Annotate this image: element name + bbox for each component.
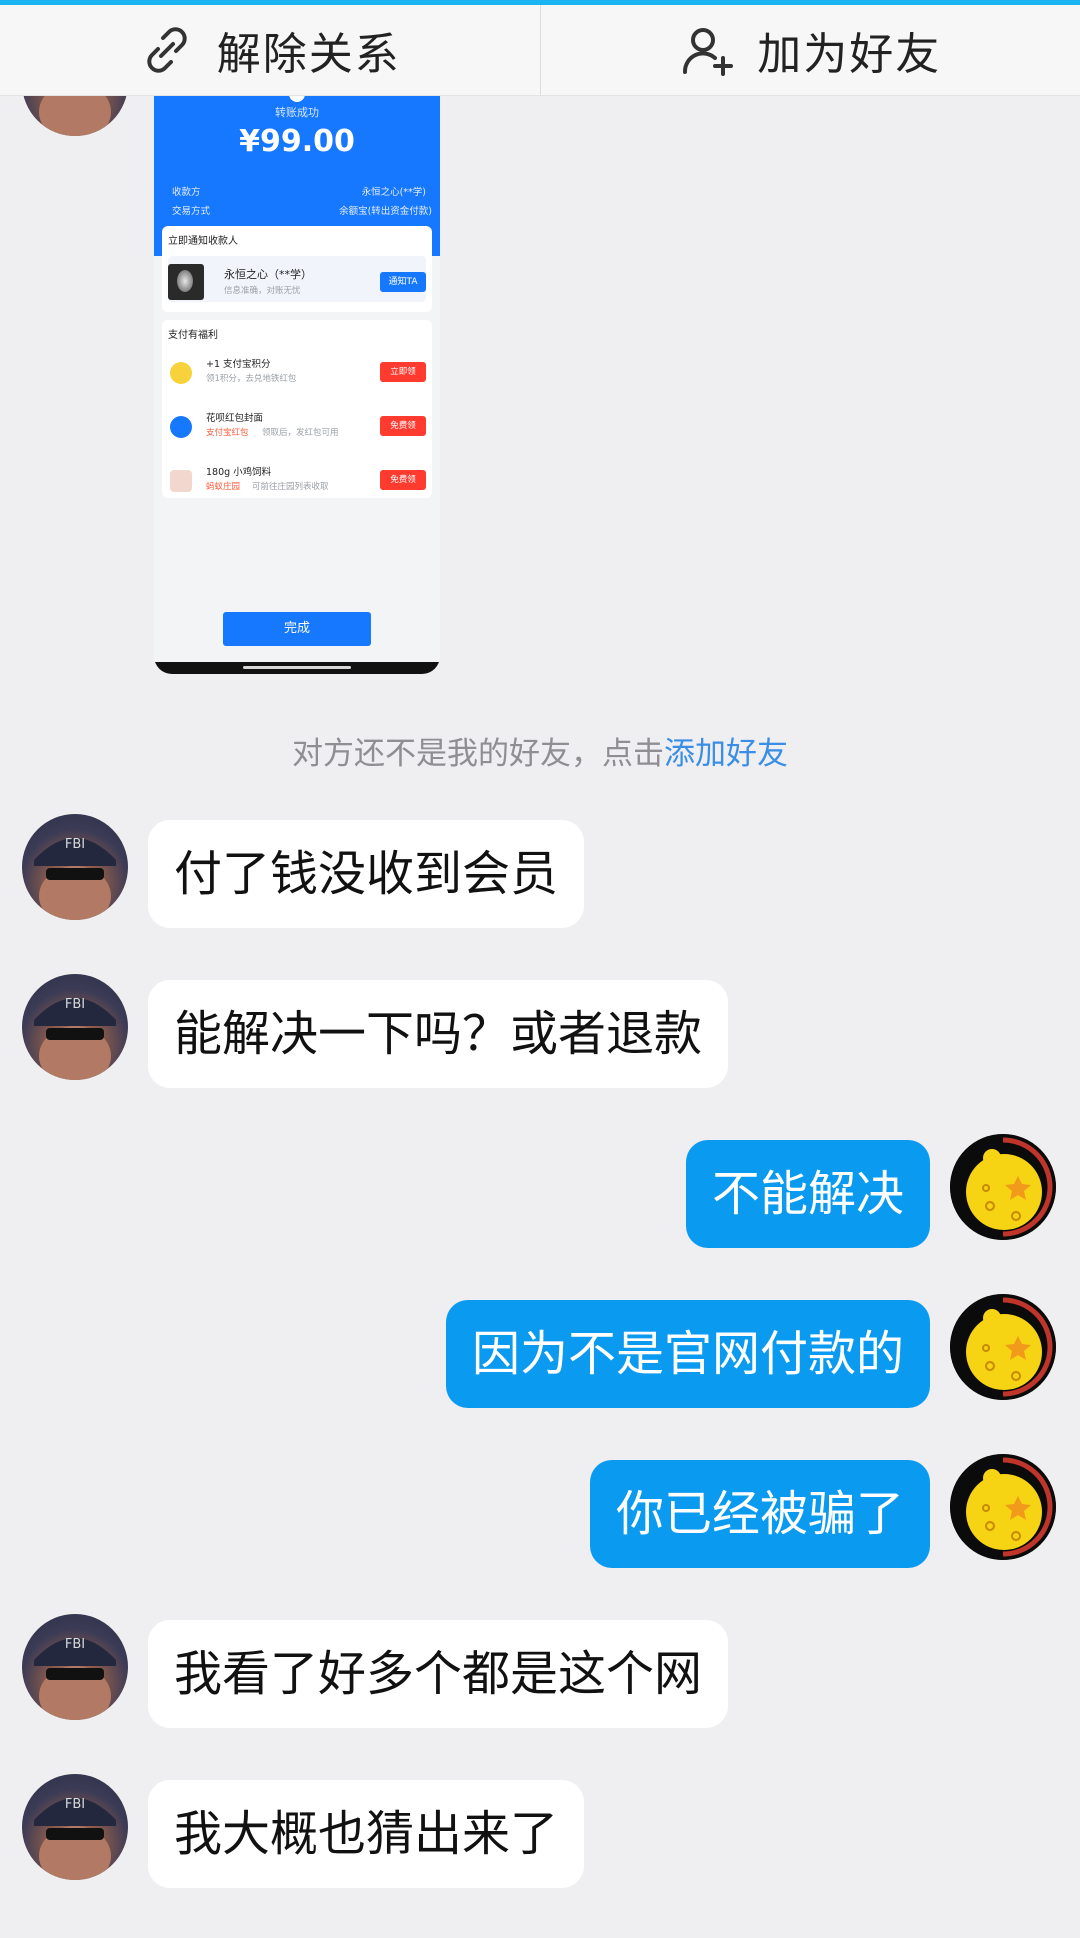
notify-name: 永恒之心（**学） [224,268,312,281]
message-bubble-outgoing[interactable]: 不能解决 [685,1140,930,1248]
add-user-icon [679,22,735,78]
top-accent-line [0,0,1080,5]
peer-avatar-image: FBI [34,997,116,1080]
message-bubble-incoming[interactable]: 我看了好多个都是这个网 [148,1620,729,1728]
transfer-screenshot-image[interactable]: 转账成功 ¥99.00 收款方 永恒之心(**学) 交易方式 余额宝(转出资金付… [154,92,440,674]
benefit-2-button: 免费领 [380,416,426,436]
benefit-2-title: 花呗红包封面 [206,413,264,424]
svg-text:FBI: FBI [65,1797,85,1812]
points-icon [170,362,192,384]
benefit-2-tag: 支付宝红包 [206,428,249,438]
benefit-1-button: 立即领 [380,362,426,382]
benefits-title: 支付有福利 [168,330,218,341]
message-bubble-outgoing[interactable]: 因为不是官网付款的 [445,1300,930,1408]
add-friend-label: 加为好友 [757,29,942,80]
transfer-status: 转账成功 [275,106,319,119]
add-friend-link[interactable]: 添加好友 [664,736,788,772]
peer-avatar[interactable]: FBI [22,1614,128,1720]
benefit-1-sub: 领1积分，去兑地铁红包 [206,374,297,384]
notify-button: 通知TA [380,272,426,292]
done-button: 完成 [223,612,371,646]
benefit-1-title: +1 支付宝积分 [206,359,271,370]
peer-avatar-image: FBI [34,837,116,920]
benefit-3-sub: 可前往庄园列表收取 [252,482,329,492]
svg-text:FBI: FBI [65,837,85,852]
notify-sub: 信息准确，对账无忧 [224,286,301,296]
peer-avatar-image: FBI [34,1797,116,1880]
not-friend-notice: 对方还不是我的好友，点击添加好友 [0,728,1080,773]
notify-title: 立即通知收款人 [168,236,238,247]
chat-action-bar: 解除关系 加为好友 [0,5,1080,96]
benefit-3-button: 免费领 [380,470,426,490]
svg-text:FBI: FBI [65,1637,85,1652]
message-bubble-outgoing[interactable]: 你已经被骗了 [589,1460,930,1568]
message-bubble-incoming[interactable]: 能解决一下吗？或者退款 [148,980,729,1088]
benefit-3-tag: 蚂蚁庄园 [206,482,241,492]
unlink-label: 解除关系 [216,29,401,80]
feed-icon [170,470,192,492]
method-label: 交易方式 [172,206,211,217]
benefit-2-sub: 领取后，发红包可用 [262,428,339,438]
self-avatar[interactable] [950,1134,1056,1240]
message-bubble-incoming[interactable]: 付了钱没收到会员 [148,820,585,928]
payee-label: 收款方 [172,187,201,198]
peer-avatar[interactable]: FBI [22,1774,128,1880]
self-avatar-image [950,1454,1056,1560]
benefit-3-title: 180g 小鸡饲料 [206,467,272,478]
self-avatar-image [950,1134,1056,1240]
self-avatar[interactable] [950,1454,1056,1560]
payee-avatar [168,264,204,300]
home-indicator [243,666,351,669]
transfer-amount: ¥99.00 [239,124,355,159]
peer-avatar-image: FBI [34,1637,116,1720]
unlink-icon [139,22,195,78]
method-value: 余额宝(转出资金付款) [339,206,432,217]
self-avatar[interactable] [950,1294,1056,1400]
huabei-icon [170,416,192,438]
unlink-button[interactable]: 解除关系 [0,5,540,95]
peer-avatar[interactable]: FBI [22,814,128,920]
message-bubble-incoming[interactable]: 我大概也猜出来了 [148,1780,585,1888]
notice-text: 对方还不是我的好友，点击 [292,736,664,772]
peer-avatar[interactable]: FBI [22,974,128,1080]
add-friend-button[interactable]: 加为好友 [541,5,1080,95]
svg-text:FBI: FBI [65,997,85,1012]
chat-screen: 解除关系 加为好友 转账成功 ¥99.00 收款方 永恒之心(**学) 交易方式… [0,0,1080,1938]
self-avatar-image [950,1294,1056,1400]
payee-value: 永恒之心(**学) [361,187,426,198]
